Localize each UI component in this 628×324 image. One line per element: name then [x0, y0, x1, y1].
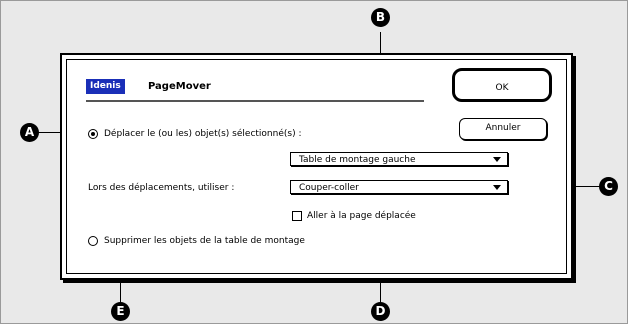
method-popup[interactable]: Couper-coller [290, 180, 508, 194]
move-objects-radio[interactable] [88, 129, 98, 139]
destination-popup[interactable]: Table de montage gauche [290, 152, 508, 166]
xtension-badge: Idenis [86, 79, 125, 94]
goto-page-label[interactable]: Aller à la page déplacée [307, 210, 416, 222]
method-value: Couper-coller [299, 183, 359, 193]
ok-button-label: OK [495, 83, 509, 93]
goto-page-checkbox[interactable] [292, 211, 302, 221]
chevron-down-icon [493, 185, 501, 190]
callout-a: A [20, 123, 39, 142]
chevron-down-icon [493, 157, 501, 162]
delete-objects-label[interactable]: Supprimer les objets de la table de mont… [104, 235, 305, 247]
callout-c: C [599, 177, 618, 196]
move-objects-label[interactable]: Déplacer le (ou les) objet(s) sélectionn… [104, 128, 301, 140]
dialog-title: PageMover [148, 81, 211, 92]
use-method-label: Lors des déplacements, utiliser : [88, 183, 235, 193]
callout-b: B [371, 8, 390, 27]
ok-button[interactable]: OK [452, 68, 552, 102]
delete-objects-radio[interactable] [88, 236, 98, 246]
callout-d: D [371, 302, 390, 321]
pagemover-dialog: Idenis PageMover OK Annuler Déplacer le … [60, 53, 573, 280]
callout-e: E [111, 302, 130, 321]
title-divider [86, 100, 424, 102]
destination-value: Table de montage gauche [299, 155, 416, 165]
cancel-button[interactable]: Annuler [459, 118, 547, 140]
